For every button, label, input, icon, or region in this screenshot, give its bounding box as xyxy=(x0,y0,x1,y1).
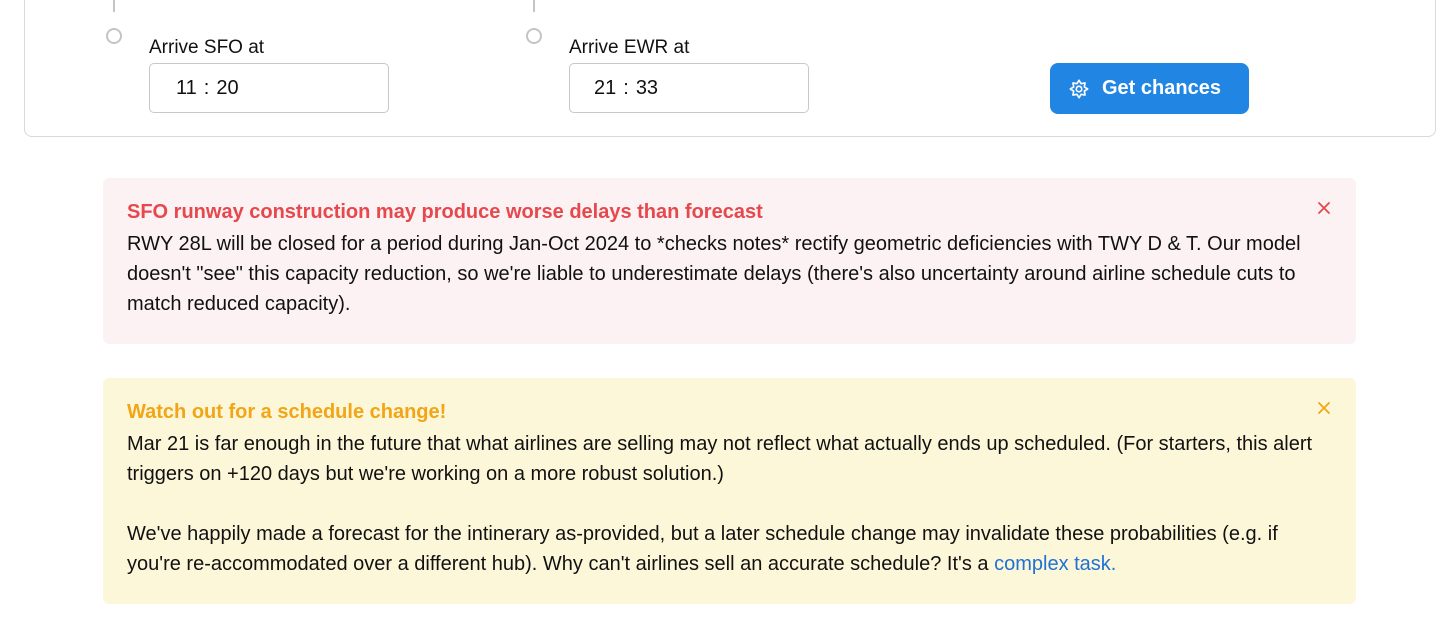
arrive-sfo-time-input[interactable]: 11 : 20 xyxy=(149,63,389,113)
close-icon[interactable] xyxy=(1314,198,1334,218)
schedule-change-alert: Watch out for a schedule change! Mar 21 … xyxy=(103,378,1356,604)
complex-task-link[interactable]: complex task. xyxy=(994,553,1116,575)
timeline-connector xyxy=(113,0,115,12)
close-icon[interactable] xyxy=(1314,398,1334,418)
time-separator: : xyxy=(623,76,629,99)
alert-body: RWY 28L will be closed for a period duri… xyxy=(127,233,1301,315)
arrive-ewr-hour[interactable]: 21 xyxy=(594,77,616,100)
arrive-ewr-minute[interactable]: 33 xyxy=(636,77,658,100)
timeline-connector xyxy=(533,0,535,12)
runway-construction-alert: SFO runway construction may produce wors… xyxy=(103,178,1356,344)
get-chances-label: Get chances xyxy=(1102,77,1221,99)
arrive-ewr-label: Arrive EWR at xyxy=(569,37,690,58)
get-chances-button[interactable]: Get chances xyxy=(1050,63,1249,114)
timeline-dot xyxy=(106,28,122,44)
arrive-sfo-minute[interactable]: 20 xyxy=(216,77,238,100)
alert-body: Mar 21 is far enough in the future that … xyxy=(127,433,1313,485)
alert-title: SFO runway construction may produce wors… xyxy=(127,201,763,223)
timeline-dot xyxy=(526,28,542,44)
arrive-sfo-label: Arrive SFO at xyxy=(149,37,265,58)
alert-body-secondary: We've happily made a forecast for the in… xyxy=(127,519,1327,579)
ai-sparkle-icon xyxy=(1069,78,1089,99)
time-separator: : xyxy=(203,76,210,99)
arrive-sfo-hour[interactable]: 11 xyxy=(176,77,197,100)
alert-title: Watch out for a schedule change! xyxy=(127,401,447,423)
arrive-ewr-time-input[interactable]: 21 : 33 xyxy=(569,63,809,113)
